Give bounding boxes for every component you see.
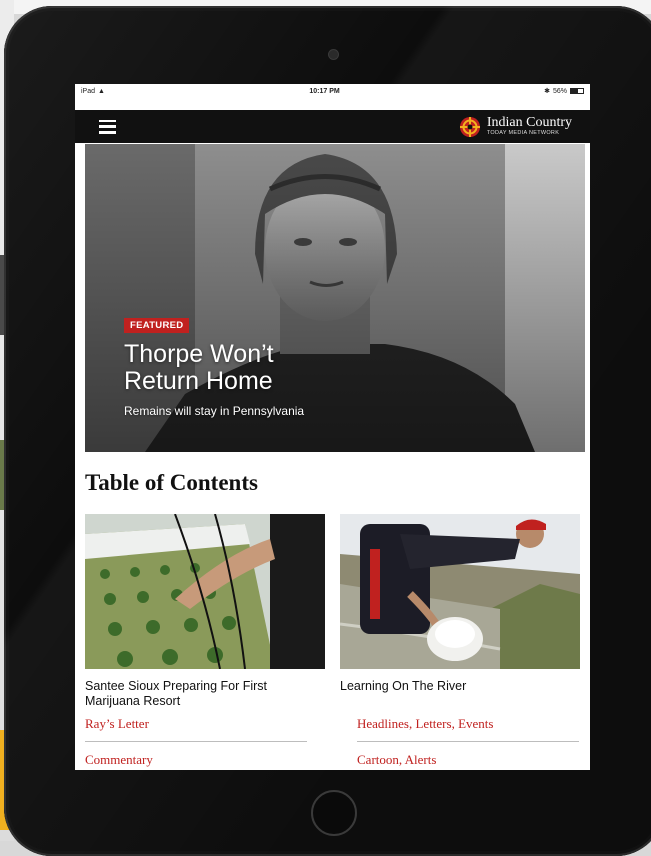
toc-link-cartoon-alerts[interactable]: Cartoon, Alerts — [357, 752, 579, 770]
story-image-greenhouse — [85, 513, 325, 670]
logo-emblem-icon — [459, 116, 480, 137]
hero-subtitle: Remains will stay in Pennsylvania — [124, 404, 305, 418]
hero-title[interactable]: Thorpe Won’t Return Home — [124, 341, 354, 395]
wifi-icon: ▲ — [98, 87, 105, 95]
toc-link-headlines-letters-events[interactable]: Headlines, Letters, Events — [357, 716, 579, 742]
battery-percent: 56% — [552, 87, 567, 95]
logo-text: Indian Country TODAY MEDIA NETWORK — [487, 116, 572, 137]
hero-text: FEATURED Thorpe Won’t Return Home Remain… — [124, 315, 354, 418]
hamburger-menu-icon[interactable] — [99, 119, 116, 134]
story-card-marijuana-resort[interactable]: Santee Sioux Preparing For First Marijua… — [85, 513, 325, 709]
logo-title: Indian Country — [486, 115, 572, 131]
story-image-river — [339, 514, 580, 669]
story-caption[interactable]: Santee Sioux Preparing For First Marijua… — [85, 679, 325, 709]
logo-subtitle: TODAY MEDIA NETWORK — [486, 130, 560, 137]
featured-badge: FEATURED — [124, 318, 190, 333]
toc-link-commentary[interactable]: Commentary — [85, 752, 307, 770]
device-label: iPad — [81, 87, 96, 95]
story-card-learning-river[interactable]: Learning On The River — [339, 514, 580, 694]
status-left: iPad ▲ — [81, 88, 105, 95]
battery-icon — [569, 88, 584, 94]
table-of-contents-heading: Table of Contents — [85, 470, 258, 495]
status-right: ✱ 56% — [544, 87, 584, 95]
top-navbar: Indian Country TODAY MEDIA NETWORK — [75, 110, 590, 143]
featured-hero[interactable]: FEATURED Thorpe Won’t Return Home Remain… — [85, 144, 585, 452]
device-screen: iPad ▲ 10:17 PM ✱ 56% Indian Country TOD… — [75, 84, 590, 770]
status-time: 10:17 PM — [309, 87, 340, 95]
story-caption[interactable]: Learning On The River — [340, 679, 580, 694]
toc-link-rays-letter[interactable]: Ray’s Letter — [85, 716, 307, 742]
status-bar: iPad ▲ 10:17 PM ✱ 56% — [75, 84, 590, 98]
home-button[interactable] — [311, 790, 357, 836]
front-camera-icon — [329, 50, 338, 59]
site-logo[interactable]: Indian Country TODAY MEDIA NETWORK — [458, 115, 572, 139]
bluetooth-icon: ✱ — [544, 88, 550, 95]
